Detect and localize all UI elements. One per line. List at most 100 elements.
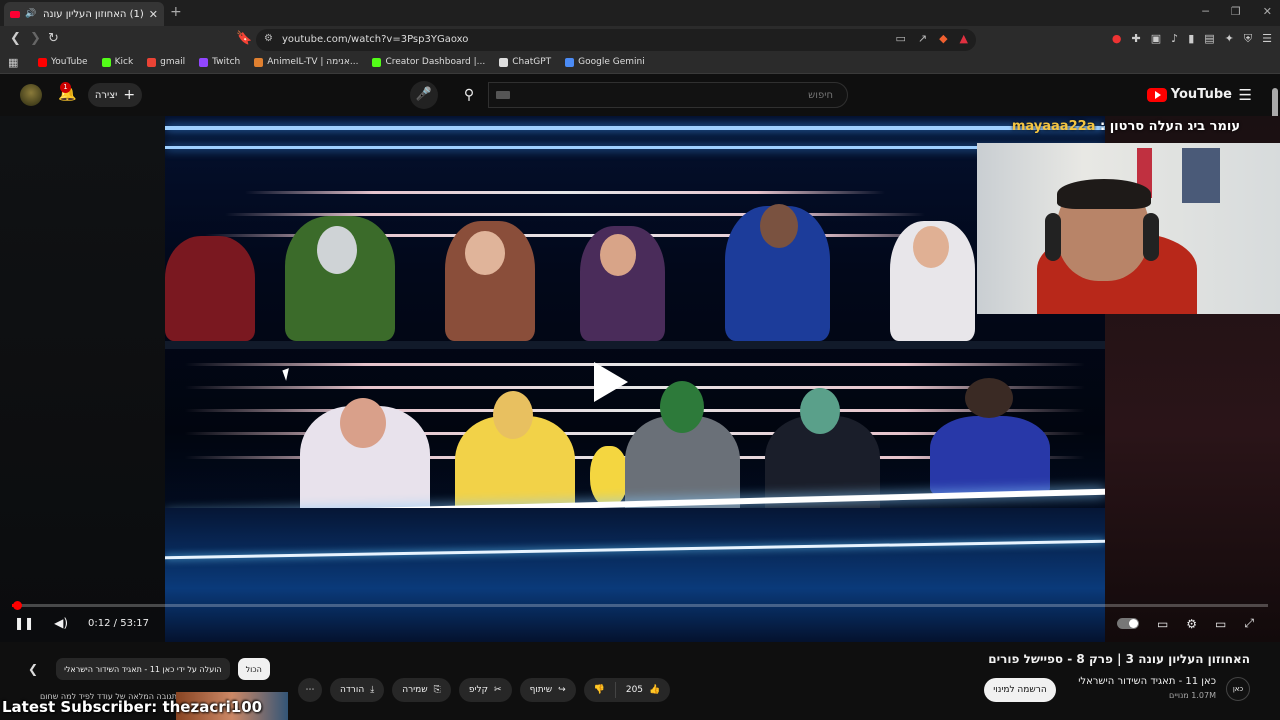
bookmark-label: ChatGPT [512, 57, 552, 67]
menu-icon[interactable]: ☰ [1262, 32, 1272, 46]
chevron-left-icon[interactable]: ❮ [28, 662, 38, 676]
voice-search-icon[interactable]: 🎤 [410, 81, 438, 109]
bookmark-item[interactable]: Kick [101, 57, 133, 67]
download-icon: ⤓ [370, 685, 375, 695]
audience-face [493, 391, 533, 439]
url-text[interactable]: youtube.com/watch?v=3Psp3YGaoxo [282, 34, 468, 45]
chip-all[interactable]: הכול [237, 658, 270, 680]
sidebar-icon[interactable]: ▮ [1188, 32, 1194, 46]
chip-uploaded-by[interactable]: הועלה על ידי כאן 11 - תאגיד השידור הישרא… [56, 658, 230, 680]
maximize-icon[interactable]: ❐ [1231, 5, 1241, 18]
stream-alert: עומר ביג העלה סרטון : mayaaa22a [1012, 119, 1240, 134]
volume-icon[interactable]: ◀) [54, 616, 68, 630]
browser-tab-bar: 🔊 (1) האחוזון העליון עונה 3 | פרק ✕ + ─ … [0, 0, 1280, 26]
audience-face [465, 231, 505, 275]
window-controls: ─ ❐ ✕ [1202, 5, 1272, 18]
cast-icon[interactable]: ▭ [895, 32, 905, 45]
bookmark-item[interactable]: gmail [147, 57, 185, 67]
minimize-icon[interactable]: ─ [1202, 5, 1209, 18]
progress-bar[interactable] [12, 601, 1268, 610]
audience-hat [965, 378, 1013, 418]
audience-face [760, 204, 798, 248]
bookmark-icon[interactable]: 🔖 [236, 31, 252, 46]
share-button[interactable]: שיתוף ↪ [519, 678, 576, 702]
like-button[interactable]: 205 👍 [616, 678, 670, 702]
pause-icon[interactable]: ❚❚ [14, 616, 34, 630]
new-tab-icon[interactable]: + [170, 4, 182, 20]
speaker-icon[interactable]: 🔊 [25, 9, 36, 19]
brave-shield-icon[interactable]: ◆ [939, 32, 947, 45]
ambient-left [0, 116, 165, 642]
bookmarks-bar: ▦ YouTube Kick gmail Twitch AnimeIL-TV | אני… [0, 54, 1280, 74]
video-player[interactable]: עומר ביג העלה סרטון : mayaaa22a ❚❚ ◀) 0:… [0, 116, 1280, 642]
stage-light [185, 363, 1085, 366]
forward-icon[interactable]: ❯ [30, 31, 41, 46]
clip-button[interactable]: קליפ ✂ [458, 678, 512, 702]
search-input[interactable] [489, 83, 847, 108]
autoplay-toggle[interactable] [1116, 618, 1139, 629]
settings-icon[interactable]: ⚙ [1186, 617, 1197, 631]
scissors-icon: ✂ [494, 685, 502, 695]
bookmark-item[interactable]: AnimeIL-TV | אנימה... [254, 57, 358, 67]
share-page-icon[interactable]: ↗ [918, 32, 927, 45]
bookmark-favicon-icon [38, 57, 47, 67]
clip-label: קליפ [468, 685, 489, 695]
address-bar[interactable]: ⚙ youtube.com/watch?v=3Psp3YGaoxo ▭ ↗ ◆ … [256, 29, 976, 51]
bookmark-label: Google Gemini [578, 57, 645, 67]
save-button[interactable]: שמירה ⎘ [392, 678, 451, 702]
reload-icon[interactable]: ↻ [48, 31, 59, 46]
stage-light [245, 191, 885, 194]
vpn-icon[interactable]: ⛨ [1244, 32, 1252, 46]
bookmark-label: AnimeIL-TV | אנימה... [267, 57, 359, 67]
tab-title: (1) האחוזון העליון עונה 3 | פרק [41, 8, 144, 20]
bookmark-favicon-icon [499, 57, 509, 67]
channel-avatar[interactable]: כאן [1226, 677, 1250, 701]
bookmark-favicon-icon [254, 57, 264, 67]
channel-name[interactable]: כאן 11 - תאגיד השידור הישראלי [1078, 676, 1216, 687]
subscribe-button[interactable]: הרשמה למינוי [984, 678, 1056, 702]
share-label: שיתוף [529, 685, 553, 695]
bookmark-item[interactable]: ChatGPT [499, 57, 551, 67]
apps-grid-icon[interactable]: ▦ [8, 56, 18, 69]
youtube-logo[interactable]: YouTube [1146, 87, 1232, 102]
dislike-button[interactable]: 👎 [584, 678, 615, 702]
download-label: הורדה [340, 685, 365, 695]
search-icon[interactable]: ⚲ [452, 81, 486, 109]
brave-rewards-icon[interactable]: ▲ [960, 32, 968, 45]
screenshot-icon[interactable]: ▣ [1151, 32, 1161, 46]
ai-icon[interactable]: ✦ [1225, 32, 1234, 46]
user-avatar[interactable] [20, 84, 42, 106]
media-icon[interactable]: ♪ [1171, 32, 1178, 46]
progress-scrubber[interactable] [13, 601, 23, 610]
theater-mode-icon[interactable]: ▭ [1215, 617, 1226, 631]
big-play-icon[interactable] [594, 362, 628, 402]
close-tab-icon[interactable]: ✕ [149, 8, 158, 21]
extensions-icon[interactable]: ✚ [1132, 32, 1141, 46]
back-icon[interactable]: ❮ [10, 31, 21, 46]
led-strip [165, 146, 1105, 149]
wallet-icon[interactable]: ▤ [1204, 32, 1214, 46]
bookmark-item[interactable]: Creator Dashboard |... [372, 57, 485, 67]
share-icon: ↪ [558, 685, 566, 695]
bookmark-item[interactable]: YouTube [38, 57, 88, 67]
record-extension-icon[interactable]: ● [1112, 32, 1122, 46]
player-controls-right: ▭ ⚙ ▭ ⤢ [1116, 616, 1254, 631]
bookmark-favicon-icon [199, 57, 209, 67]
more-actions-button[interactable]: ⋯ [298, 678, 322, 702]
subtitles-icon[interactable]: ▭ [1157, 617, 1168, 631]
poster [1182, 148, 1220, 203]
guide-menu-icon[interactable]: ☰ [1239, 86, 1252, 104]
bookmark-label: YouTube [51, 57, 88, 67]
bookmark-favicon-icon [147, 57, 157, 67]
audience-divider [165, 341, 1105, 349]
fullscreen-icon[interactable]: ⤢ [1244, 616, 1254, 631]
site-info-icon[interactable]: ⚙ [264, 33, 273, 44]
bookmark-label: gmail [160, 57, 186, 67]
download-button[interactable]: הורדה ⤓ [330, 678, 385, 702]
create-button[interactable]: יצירה + [88, 83, 142, 107]
browser-tab[interactable]: 🔊 (1) האחוזון העליון עונה 3 | פרק ✕ [4, 2, 164, 26]
keyboard-icon[interactable] [496, 91, 510, 99]
close-window-icon[interactable]: ✕ [1263, 5, 1272, 18]
bookmark-item[interactable]: Google Gemini [565, 57, 645, 67]
bookmark-item[interactable]: Twitch [199, 57, 240, 67]
